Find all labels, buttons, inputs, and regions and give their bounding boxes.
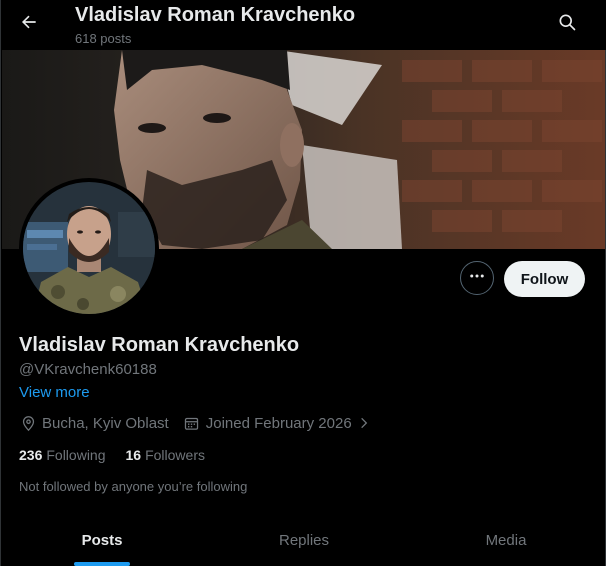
top-bar: Vladislav Roman Kravchenko 618 posts (1, 0, 606, 50)
profile-handle: @VKravchenk60188 (19, 361, 157, 378)
header-title: Vladislav Roman Kravchenko (75, 4, 356, 26)
profile-meta: Bucha, Kyiv Oblast Joined February 2026 (19, 413, 378, 433)
tab-media[interactable]: Media (405, 514, 606, 566)
profile-tabs: Posts Replies Media (1, 514, 606, 566)
location-text: Bucha, Kyiv Oblast (42, 414, 169, 432)
tab-label: Posts (81, 531, 123, 549)
followers-link[interactable]: 16 Followers (126, 447, 205, 463)
follow-button[interactable]: Follow (504, 261, 585, 297)
following-link[interactable]: 236 Following (19, 447, 106, 463)
more-icon (468, 267, 486, 290)
chevron-right-icon[interactable] (355, 414, 373, 432)
follow-stats: 236 Following 16 Followers (19, 447, 225, 463)
followers-count: 16 (125, 447, 142, 463)
tab-label: Replies (278, 531, 330, 549)
avatar[interactable] (19, 178, 159, 318)
profile-page: Vladislav Roman Kravchenko 618 posts Fol… (0, 0, 606, 566)
back-button[interactable] (11, 6, 47, 42)
search-icon (557, 12, 577, 37)
active-tab-indicator (74, 562, 130, 566)
profile-name: Vladislav Roman Kravchenko (19, 334, 300, 356)
posts-count: 618 posts (75, 31, 132, 46)
tab-replies[interactable]: Replies (203, 514, 405, 566)
view-more-link[interactable]: View more (19, 384, 90, 401)
following-label: Following (46, 447, 106, 463)
search-button[interactable] (549, 6, 585, 42)
followers-label: Followers (145, 447, 205, 463)
location-pin-icon (19, 414, 37, 432)
avatar-image (23, 182, 155, 314)
tab-posts[interactable]: Posts (1, 514, 203, 566)
arrow-left-icon (19, 12, 39, 37)
not-followed-note: Not followed by anyone you’re following (19, 479, 248, 494)
more-button[interactable] (460, 261, 494, 295)
calendar-icon (183, 414, 201, 432)
joined-text[interactable]: Joined February 2026 (206, 415, 352, 432)
tab-label: Media (485, 531, 527, 549)
following-count: 236 (19, 447, 43, 463)
